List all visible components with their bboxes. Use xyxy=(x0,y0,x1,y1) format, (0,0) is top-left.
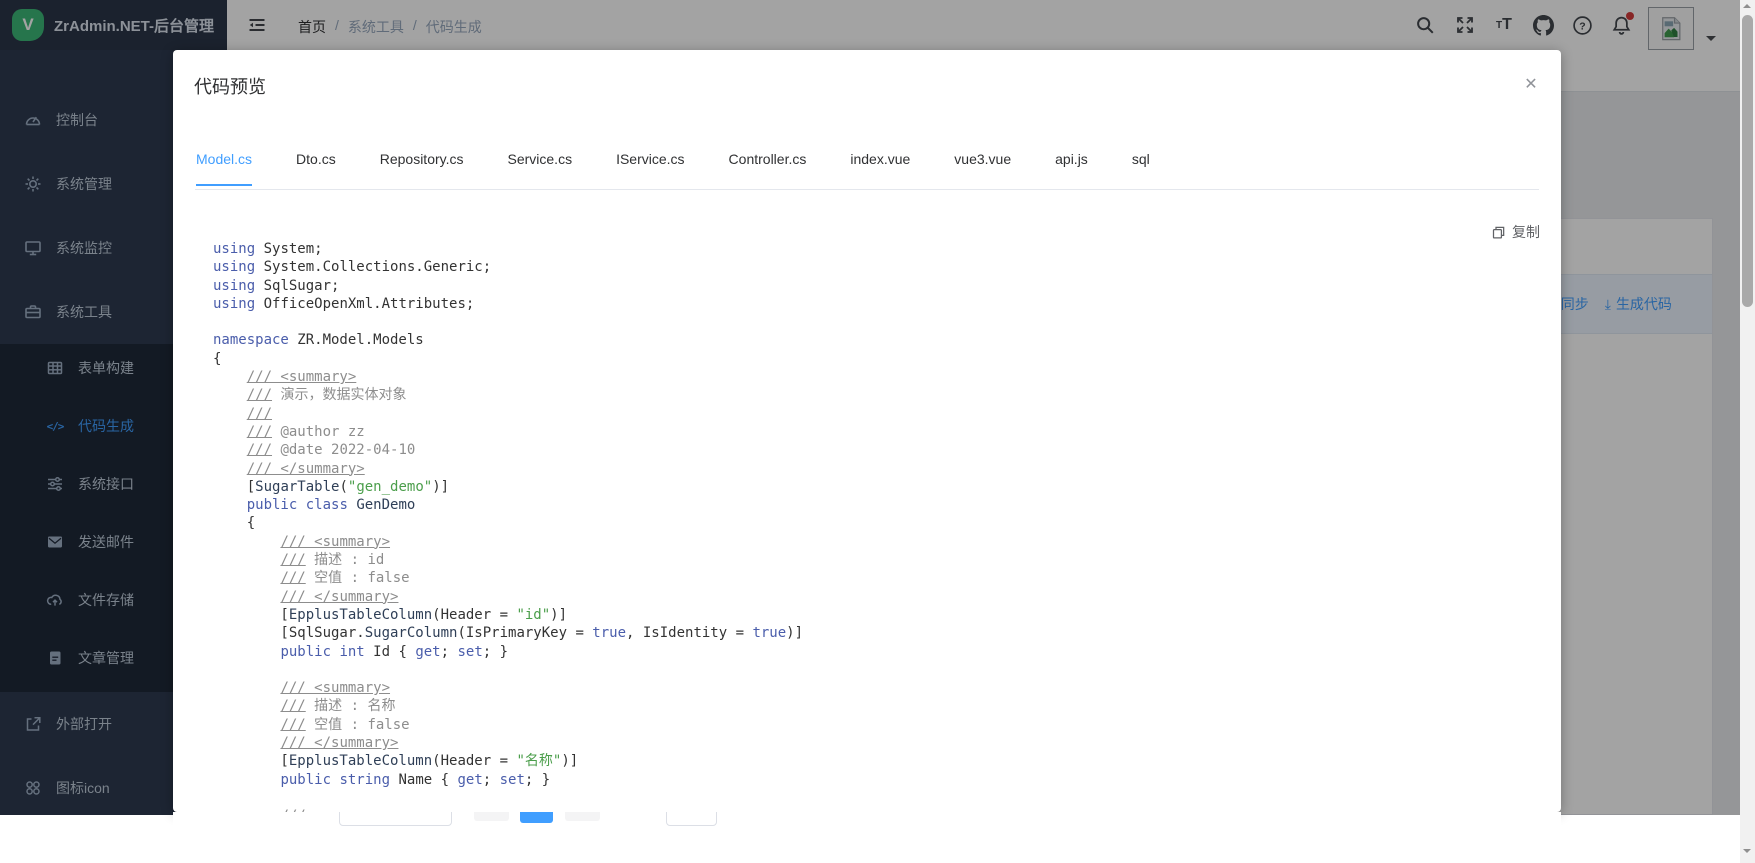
tab-api-js[interactable]: api.js xyxy=(1055,151,1088,186)
dialog-title: 代码预览 xyxy=(194,73,266,99)
tab-controller-cs[interactable]: Controller.cs xyxy=(729,151,807,186)
code-block[interactable]: using System;using System.Collections.Ge… xyxy=(213,240,803,812)
tab-sql[interactable]: sql xyxy=(1132,151,1150,186)
pager-page-button[interactable] xyxy=(565,812,600,821)
bottom-strip xyxy=(173,812,1561,863)
browser-scrollbar[interactable] xyxy=(1740,0,1755,863)
tabs-divider xyxy=(195,189,1539,190)
code-file-tabs: Model.cs Dto.cs Repository.cs Service.cs… xyxy=(196,151,1150,186)
copy-button[interactable]: 复制 xyxy=(1491,222,1540,242)
pager-page-button[interactable] xyxy=(474,812,509,821)
tab-repository-cs[interactable]: Repository.cs xyxy=(380,151,464,186)
tab-service-cs[interactable]: Service.cs xyxy=(508,151,573,186)
screen: V ZrAdmin.NET-后台管理 首页 / 系统工具 / 代码生成 xyxy=(0,0,1755,863)
tab-vue3-vue[interactable]: vue3.vue xyxy=(954,151,1011,186)
scrollbar-thumb[interactable] xyxy=(1742,15,1753,307)
code-preview-dialog: 代码预览 ✕ Model.cs Dto.cs Repository.cs Ser… xyxy=(173,50,1561,812)
scroll-up-arrow[interactable] xyxy=(1743,4,1751,8)
pager-jump-input[interactable] xyxy=(666,812,717,826)
copy-icon xyxy=(1491,225,1506,240)
pager-active-page-button[interactable] xyxy=(520,812,553,823)
page-size-select[interactable] xyxy=(339,812,452,826)
close-icon[interactable]: ✕ xyxy=(1517,70,1545,98)
tab-dto-cs[interactable]: Dto.cs xyxy=(296,151,336,186)
tab-index-vue[interactable]: index.vue xyxy=(850,151,910,186)
tab-model-cs[interactable]: Model.cs xyxy=(196,151,252,186)
tab-iservice-cs[interactable]: IService.cs xyxy=(616,151,684,186)
scroll-down-arrow[interactable] xyxy=(1743,849,1751,853)
